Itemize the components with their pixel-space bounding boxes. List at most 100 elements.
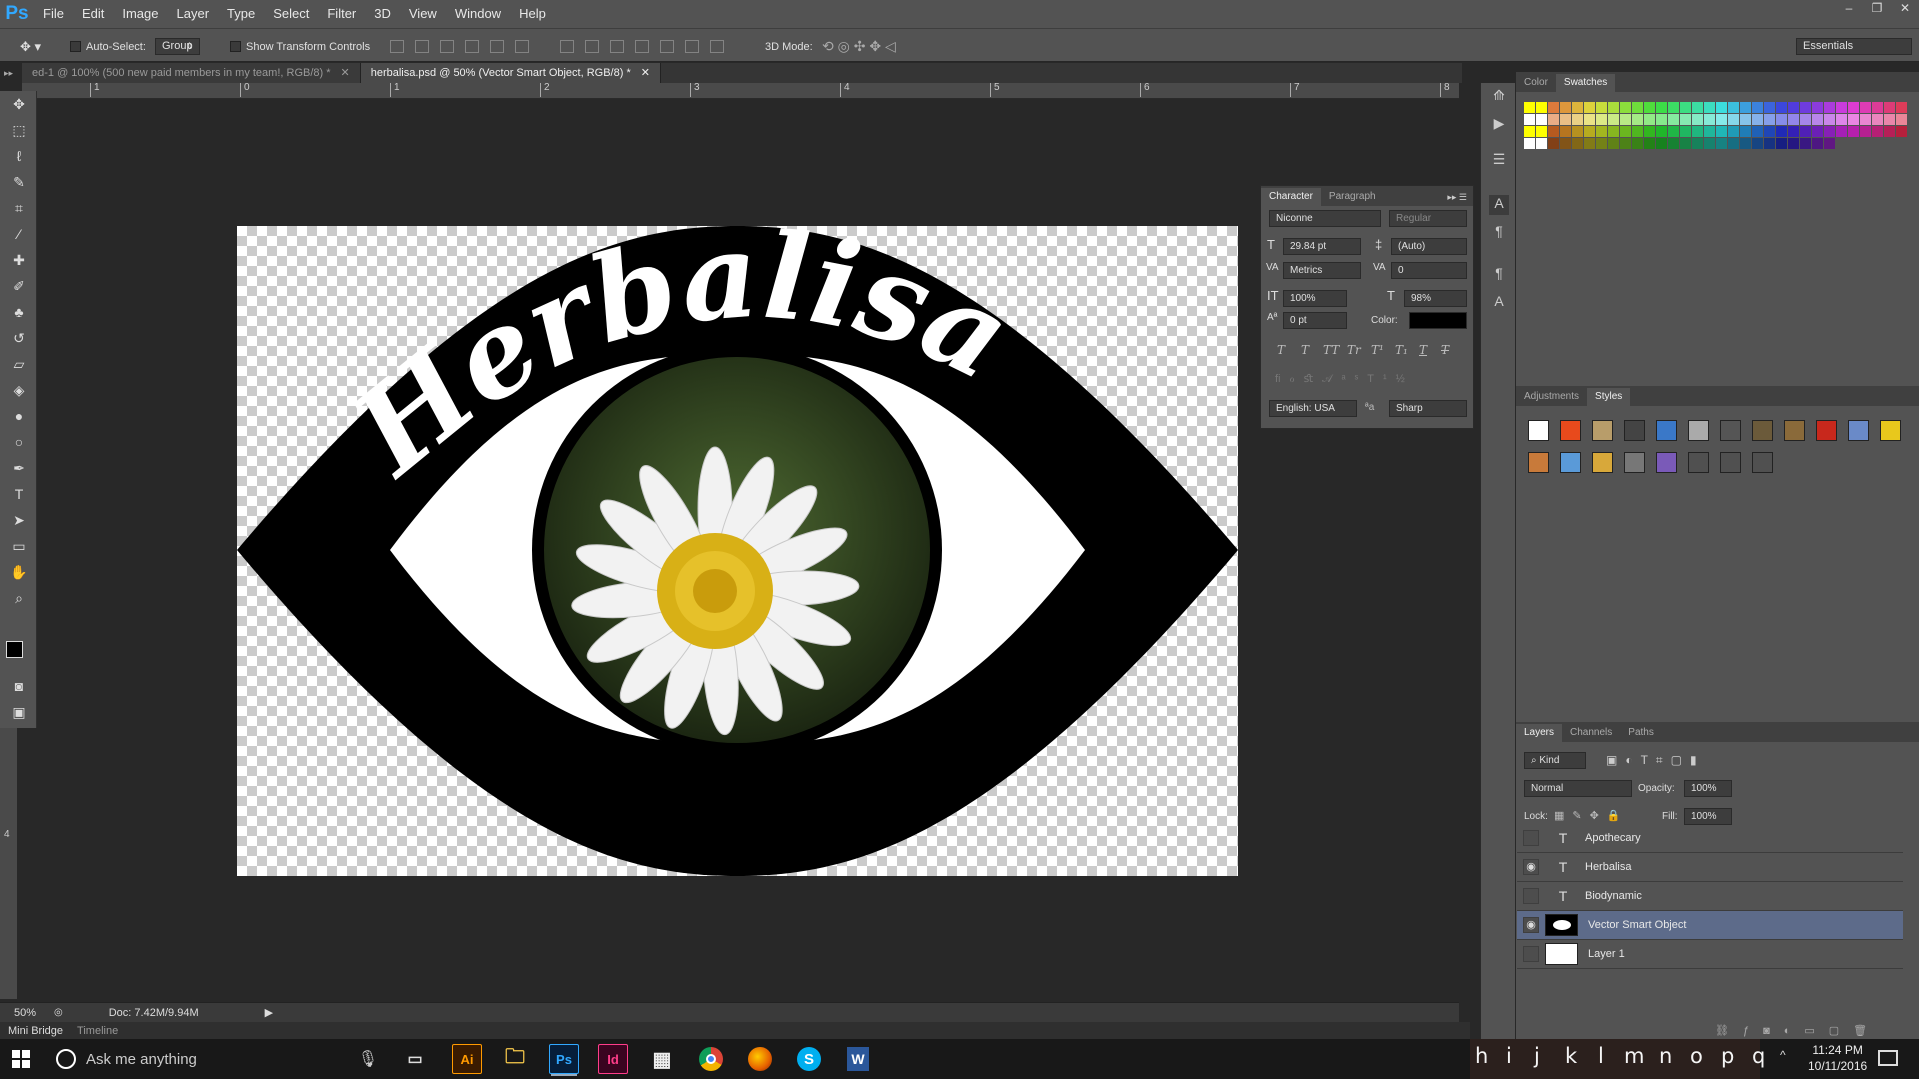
minimize-button[interactable]: –	[1835, 0, 1863, 18]
tab-adjustments[interactable]: Adjustments	[1516, 388, 1587, 406]
color-swatch[interactable]	[1788, 102, 1799, 113]
color-swatch[interactable]	[1668, 126, 1679, 137]
color-swatch[interactable]	[1764, 114, 1775, 125]
color-swatch[interactable]	[1788, 126, 1799, 137]
tab-swatches[interactable]: Swatches	[1555, 74, 1616, 92]
eraser-tool-icon[interactable]: ▱	[8, 353, 30, 375]
color-swatch[interactable]	[1644, 114, 1655, 125]
style-preset[interactable]	[1624, 420, 1645, 441]
color-swatch[interactable]	[1524, 102, 1535, 113]
layer-row-herbalisa[interactable]: ◉ T Herbalisa	[1517, 853, 1903, 882]
baseline-shift-field[interactable]: 0 pt	[1283, 312, 1347, 329]
color-swatch[interactable]	[1692, 114, 1703, 125]
file-explorer-icon[interactable]: 🗀	[500, 1044, 530, 1074]
color-swatch[interactable]	[1860, 102, 1871, 113]
screen-mode-icon[interactable]: ▣	[8, 701, 30, 723]
color-swatch[interactable]	[1848, 102, 1859, 113]
tab-channels[interactable]: Channels	[1562, 724, 1620, 742]
tab-styles[interactable]: Styles	[1587, 388, 1631, 406]
firefox-icon[interactable]	[745, 1044, 775, 1074]
color-swatch[interactable]	[1800, 126, 1811, 137]
style-preset[interactable]	[1560, 420, 1581, 441]
color-swatch[interactable]	[1860, 114, 1871, 125]
color-swatch[interactable]	[1788, 114, 1799, 125]
vertical-scale-field[interactable]: 100%	[1283, 290, 1347, 307]
color-swatch[interactable]	[1800, 102, 1811, 113]
text-color-swatch[interactable]	[1409, 312, 1467, 329]
layer-row-biodynamic[interactable]: T Biodynamic	[1517, 882, 1903, 911]
color-swatch[interactable]	[1740, 102, 1751, 113]
close-tab-icon[interactable]: ✕	[341, 67, 350, 79]
layer-actions-icons[interactable]: ⛓ƒ◙◐▭▢🗑	[1715, 1024, 1881, 1037]
menu-window[interactable]: Window	[446, 0, 510, 28]
menu-file[interactable]: File	[34, 0, 73, 28]
quick-mask-icon[interactable]: ◙	[8, 675, 30, 697]
cortana-search-box[interactable]: Ask me anything 🎙	[44, 1039, 384, 1079]
healing-brush-tool-icon[interactable]: ✚	[8, 249, 30, 271]
color-swatch[interactable]	[1704, 102, 1715, 113]
windows-start-icon[interactable]	[12, 1050, 30, 1068]
color-swatch[interactable]	[1776, 138, 1787, 149]
style-preset[interactable]	[1848, 420, 1869, 441]
subscript-button[interactable]: T₁	[1395, 343, 1408, 357]
color-swatch[interactable]	[1680, 138, 1691, 149]
actions-panel-icon[interactable]: ▶	[1489, 115, 1509, 135]
color-swatch[interactable]	[1752, 126, 1763, 137]
zoom-level[interactable]: 50%	[14, 1007, 44, 1019]
paragraph-panel-icon[interactable]: ¶	[1489, 223, 1509, 243]
color-swatch[interactable]	[1584, 126, 1595, 137]
menu-filter[interactable]: Filter	[318, 0, 365, 28]
color-swatch[interactable]	[1572, 102, 1583, 113]
menu-layer[interactable]: Layer	[168, 0, 219, 28]
color-swatch[interactable]	[1764, 102, 1775, 113]
align-top-icon[interactable]	[390, 40, 404, 53]
kerning-field[interactable]: Metrics	[1283, 262, 1361, 279]
color-swatch[interactable]	[1548, 114, 1559, 125]
color-swatch[interactable]	[1800, 138, 1811, 149]
color-swatch[interactable]	[1872, 126, 1883, 137]
panel-menu-icon[interactable]: ▸▸ ☰	[1447, 188, 1467, 206]
character-panel-icon[interactable]: A	[1489, 195, 1509, 215]
color-swatch[interactable]	[1896, 126, 1907, 137]
color-swatch[interactable]	[1536, 114, 1547, 125]
marquee-tool-icon[interactable]: ⬚	[8, 119, 30, 141]
character-styles-icon[interactable]: A	[1489, 293, 1509, 313]
color-swatch[interactable]	[1524, 138, 1535, 149]
eye-icon[interactable]: ◉	[1523, 859, 1539, 875]
color-swatch[interactable]	[1716, 138, 1727, 149]
tracking-field[interactable]: 0	[1391, 262, 1467, 279]
status-menu-arrow-icon[interactable]: ▶	[265, 1006, 273, 1019]
color-swatch[interactable]	[1524, 114, 1535, 125]
small-caps-button[interactable]: Tr	[1347, 343, 1361, 357]
auto-select-dropdown[interactable]: Group ⇕	[155, 38, 200, 55]
style-preset[interactable]	[1688, 420, 1709, 441]
chrome-icon[interactable]	[696, 1044, 726, 1074]
color-swatch[interactable]	[1704, 138, 1715, 149]
color-swatch[interactable]	[1788, 138, 1799, 149]
distribute-top-icon[interactable]	[560, 40, 574, 53]
indesign-taskbar-icon[interactable]: Id	[598, 1044, 628, 1074]
color-swatch[interactable]	[1836, 114, 1847, 125]
transform-controls-checkbox[interactable]: Show Transform Controls	[230, 38, 370, 55]
color-swatch[interactable]	[1812, 114, 1823, 125]
color-swatch[interactable]	[1692, 126, 1703, 137]
tray-chevron-icon[interactable]: ^	[1780, 1048, 1786, 1062]
color-swatch[interactable]	[1632, 126, 1643, 137]
fill-field[interactable]: 100%	[1684, 808, 1732, 825]
style-preset[interactable]	[1560, 452, 1581, 473]
illustrator-taskbar-icon[interactable]: Ai	[452, 1044, 482, 1074]
color-swatch[interactable]	[1872, 102, 1883, 113]
pen-tool-icon[interactable]: ✒	[8, 457, 30, 479]
color-swatch[interactable]	[1656, 102, 1667, 113]
lock-icons[interactable]: ▦✎✥🔒	[1554, 809, 1629, 822]
style-preset[interactable]	[1656, 420, 1677, 441]
menu-select[interactable]: Select	[264, 0, 318, 28]
font-size-field[interactable]: 29.84 pt	[1283, 238, 1361, 255]
close-button[interactable]: ✕	[1891, 0, 1919, 18]
all-caps-button[interactable]: TT	[1323, 343, 1339, 357]
color-swatch[interactable]	[1572, 114, 1583, 125]
layer-row-vector-smart-object[interactable]: ◉ Vector Smart Object	[1517, 911, 1903, 940]
style-preset[interactable]	[1752, 452, 1773, 473]
color-swatch[interactable]	[1596, 138, 1607, 149]
color-swatch[interactable]	[1740, 138, 1751, 149]
